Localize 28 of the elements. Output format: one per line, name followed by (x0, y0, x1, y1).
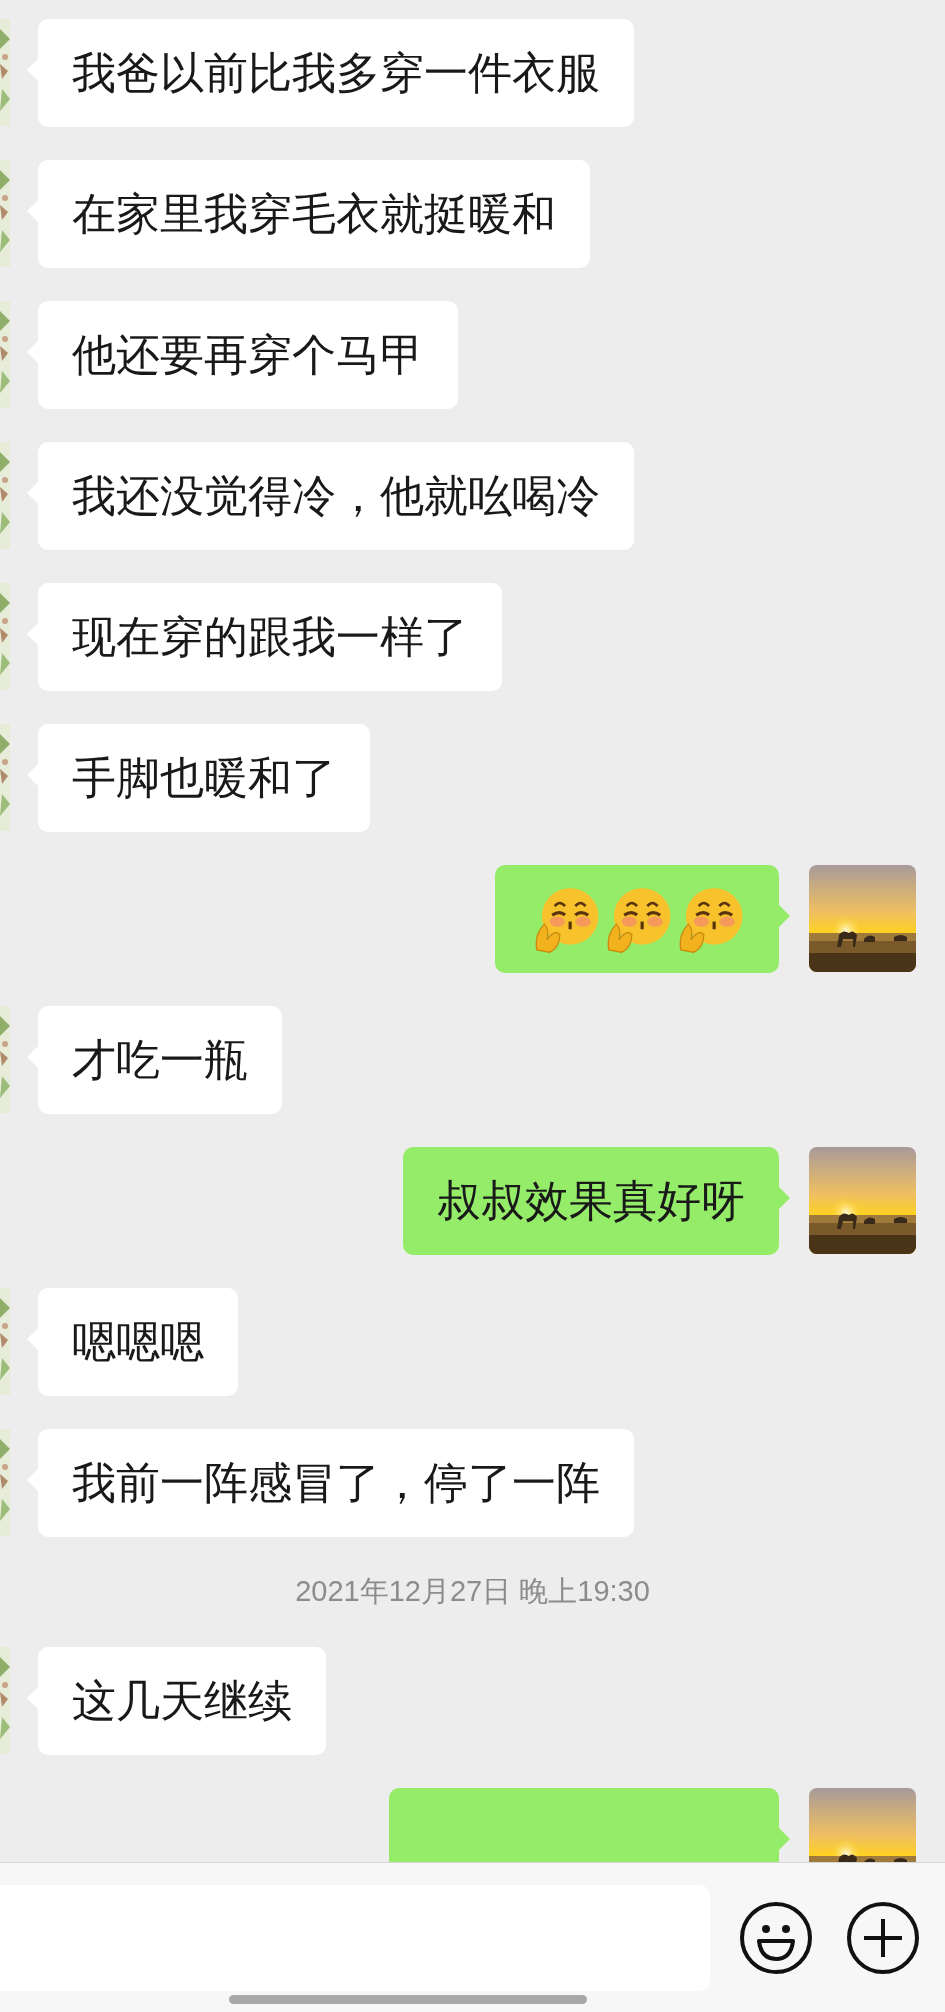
message-bubble[interactable] (495, 865, 779, 973)
avatar[interactable] (0, 19, 10, 126)
message-bubble[interactable]: 我爸以前比我多穿一件衣服 (38, 19, 634, 127)
avatar[interactable] (0, 1006, 10, 1113)
timestamp: 2021年12月27日 晚上19:30 (295, 1574, 650, 1609)
avatar[interactable] (0, 442, 10, 549)
avatar[interactable] (0, 583, 10, 690)
bubble-tail (779, 905, 790, 927)
avatar[interactable] (0, 1288, 10, 1395)
message-bubble[interactable]: 这几天继续 (38, 1646, 326, 1755)
message-bubble[interactable]: 在家里我穿毛衣就挺暖和 (38, 160, 590, 268)
avatar[interactable] (0, 160, 10, 267)
message-bubble[interactable]: 才吃一瓶 (38, 1006, 282, 1114)
message-bubble[interactable]: 他还要再穿个马甲 (38, 301, 458, 409)
message-bubble[interactable]: 手脚也暖和了 (38, 724, 370, 832)
message-bubble[interactable]: 我前一阵感冒了，停了一阵 (38, 1429, 634, 1537)
message-bubble[interactable]: 现在穿的跟我一样了 (38, 583, 502, 691)
bubble-tail (779, 1827, 790, 1850)
avatar[interactable] (0, 301, 10, 408)
avatar[interactable] (0, 1429, 10, 1536)
avatar[interactable] (0, 1646, 10, 1754)
avatar[interactable] (0, 724, 10, 831)
message-bubble[interactable]: 我还没觉得冷，他就吆喝冷 (38, 442, 634, 550)
message-bubble[interactable]: 嗯嗯嗯 (38, 1288, 238, 1396)
emoji-icon[interactable] (739, 1901, 813, 1975)
plus-icon[interactable] (846, 1901, 920, 1975)
message-bubble[interactable]: 叔叔效果真好呀 (403, 1147, 779, 1255)
bubble-tail (779, 1187, 790, 1209)
